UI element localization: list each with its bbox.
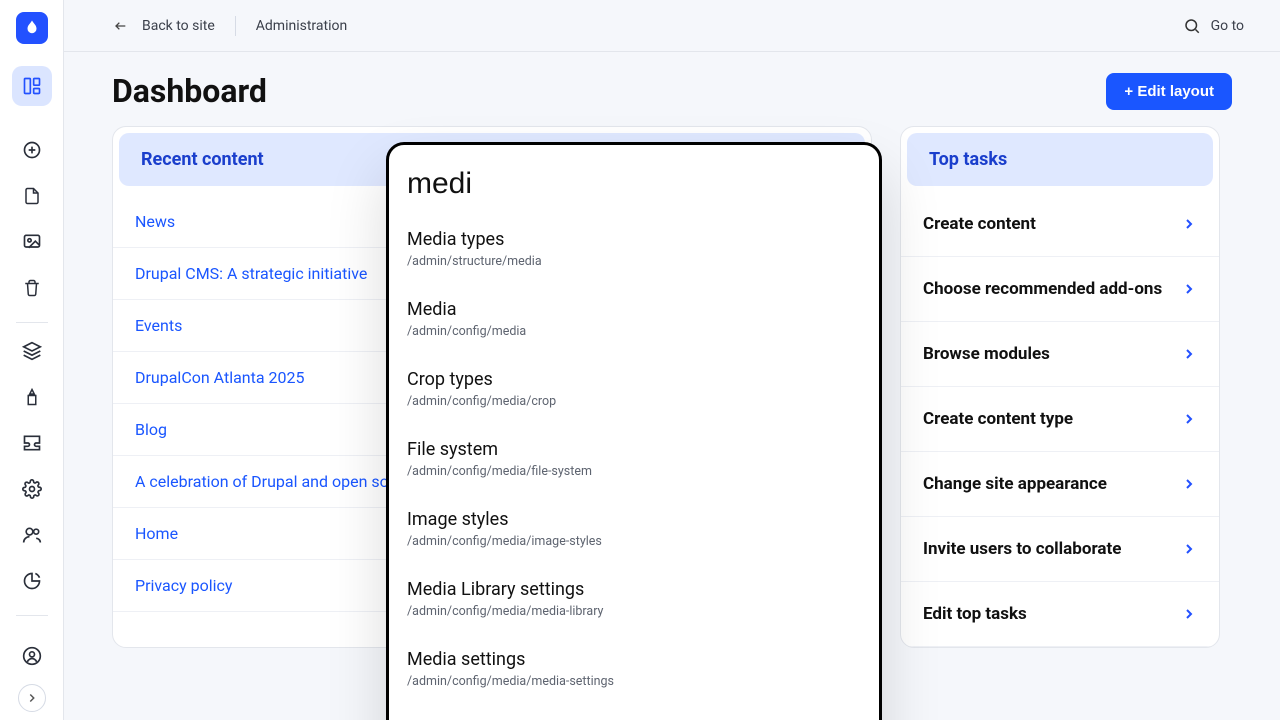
search-result[interactable]: Media types /admin/structure/media	[407, 217, 861, 287]
search-result-path: /admin/config/media/media-library	[407, 604, 861, 619]
sidebar-item-appearance[interactable]	[12, 377, 52, 417]
goto-label: Go to	[1211, 18, 1244, 34]
chevron-right-icon	[1181, 411, 1197, 427]
goto-command-palette: Media types /admin/structure/media Media…	[386, 142, 882, 720]
sidebar-item-config[interactable]	[12, 469, 52, 509]
sidebar-item-media[interactable]	[12, 222, 52, 262]
goto-results-list: Media types /admin/structure/media Media…	[407, 217, 861, 707]
search-result-title: Media types	[407, 229, 861, 250]
search-result[interactable]: Media settings /admin/config/media/media…	[407, 637, 861, 707]
search-result-path: /admin/structure/media	[407, 254, 861, 269]
sidebar-item-create[interactable]	[12, 130, 52, 170]
sidebar-item-structure[interactable]	[12, 331, 52, 371]
sidebar-item-people[interactable]	[12, 515, 52, 555]
search-result-title: Image styles	[407, 509, 861, 530]
sidebar-separator	[16, 322, 48, 323]
search-result-path: /admin/config/media	[407, 324, 861, 339]
goto-trigger[interactable]: Go to	[1183, 17, 1244, 35]
task-item[interactable]: Invite users to collaborate	[901, 517, 1219, 582]
search-icon	[1183, 17, 1201, 35]
top-tasks-header: Top tasks	[907, 133, 1213, 186]
chevron-right-icon	[1181, 541, 1197, 557]
sidebar-item-trash[interactable]	[12, 268, 52, 308]
search-result-title: Media	[407, 299, 861, 320]
chevron-right-icon	[1181, 606, 1197, 622]
search-result-path: /admin/config/media/media-settings	[407, 674, 861, 689]
search-result-path: /admin/config/media/file-system	[407, 464, 861, 479]
search-result-path: /admin/config/media/image-styles	[407, 534, 861, 549]
sidebar-item-dashboard[interactable]	[12, 66, 52, 106]
search-result[interactable]: File system /admin/config/media/file-sys…	[407, 427, 861, 497]
sidebar-item-extend[interactable]	[12, 423, 52, 463]
chevron-right-icon	[1181, 281, 1197, 297]
topbar: Back to site Administration Go to	[64, 0, 1280, 52]
task-item[interactable]: Edit top tasks	[901, 582, 1219, 647]
back-to-site-link[interactable]: Back to site	[142, 18, 215, 34]
search-result[interactable]: Crop types /admin/config/media/crop	[407, 357, 861, 427]
sidebar-separator-2	[16, 615, 48, 616]
search-result[interactable]: Media /admin/config/media	[407, 287, 861, 357]
search-result[interactable]: Media Library settings /admin/config/med…	[407, 567, 861, 637]
search-result-title: Media Library settings	[407, 579, 861, 600]
back-arrow-icon	[112, 18, 128, 34]
task-item[interactable]: Create content	[901, 192, 1219, 257]
chevron-right-icon	[1181, 346, 1197, 362]
sidebar-item-content[interactable]	[12, 176, 52, 216]
chevron-right-icon	[1181, 216, 1197, 232]
breadcrumb-separator	[235, 16, 236, 36]
goto-search-input[interactable]	[407, 161, 861, 217]
search-result-title: File system	[407, 439, 861, 460]
search-result[interactable]: Image styles /admin/config/media/image-s…	[407, 497, 861, 567]
page-title: Dashboard	[112, 72, 267, 110]
logo-drupal[interactable]	[16, 12, 48, 44]
chevron-right-icon	[1181, 476, 1197, 492]
search-result-title: Media settings	[407, 649, 861, 670]
task-item[interactable]: Choose recommended add-ons	[901, 257, 1219, 322]
task-item[interactable]: Browse modules	[901, 322, 1219, 387]
search-result-path: /admin/config/media/crop	[407, 394, 861, 409]
task-item[interactable]: Create content type	[901, 387, 1219, 452]
edit-layout-button[interactable]: + Edit layout	[1106, 73, 1232, 110]
top-tasks-list: Create content Choose recommended add-on…	[901, 192, 1219, 647]
sidebar-item-reports[interactable]	[12, 561, 52, 601]
task-item[interactable]: Change site appearance	[901, 452, 1219, 517]
search-result-title: Crop types	[407, 369, 861, 390]
top-tasks-card: Top tasks Create content Choose recommen…	[900, 126, 1220, 648]
breadcrumb-administration[interactable]: Administration	[256, 18, 347, 34]
sidebar	[0, 0, 64, 720]
sidebar-item-account[interactable]	[12, 636, 52, 676]
sidebar-expand-toggle[interactable]	[18, 684, 46, 712]
